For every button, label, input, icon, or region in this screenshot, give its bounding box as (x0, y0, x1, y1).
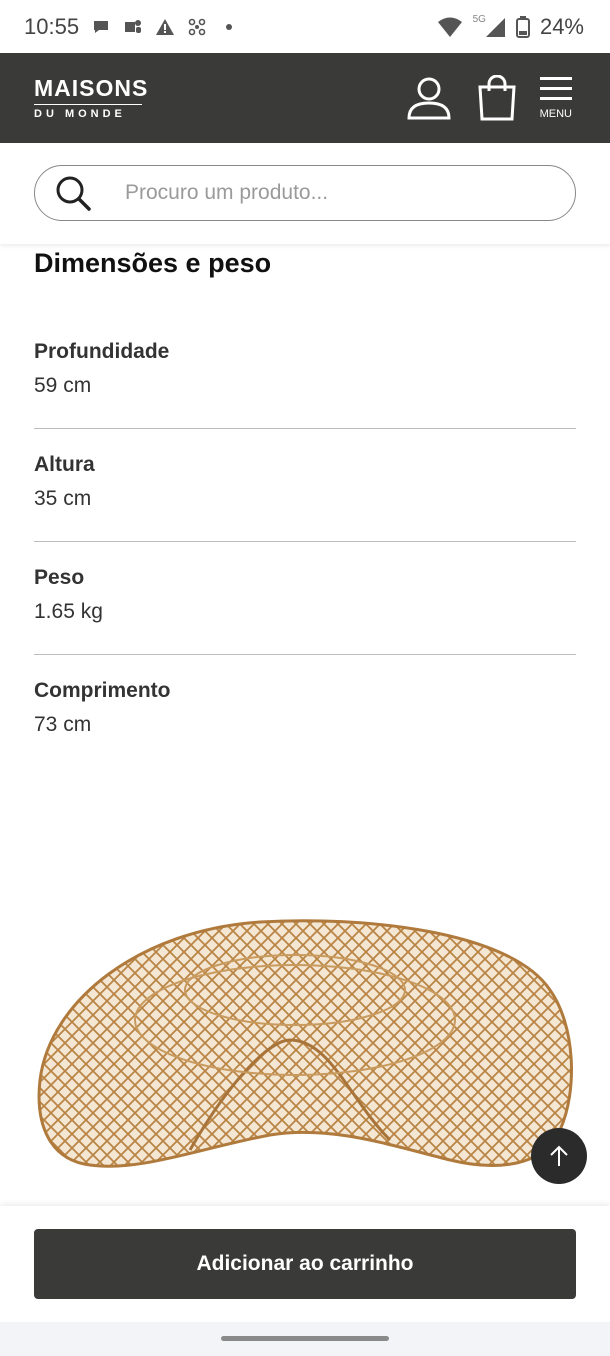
home-indicator[interactable] (221, 1336, 389, 1341)
menu-label: MENU (539, 108, 572, 120)
search-bar[interactable] (34, 165, 576, 221)
dimension-value: 59 cm (34, 374, 92, 397)
logo-divider (34, 103, 142, 105)
logo-sub-text: DU MONDE (34, 107, 126, 120)
dimension-value: 73 cm (34, 713, 92, 736)
account-button[interactable] (404, 73, 454, 123)
logo-main-text: MAISONS (34, 74, 149, 101)
search-area (0, 143, 610, 244)
battery-level: 24% (539, 13, 584, 39)
dimension-label: Peso (34, 566, 85, 589)
status-left: 10:55 (24, 14, 239, 40)
hamburger-icon (539, 77, 572, 100)
bottom-action-bar: Adicionar ao carrinho (0, 1206, 610, 1322)
add-to-cart-button[interactable]: Adicionar ao carrinho (34, 1229, 576, 1299)
shopping-bag-icon (478, 75, 516, 121)
menu-button[interactable]: MENU (540, 76, 572, 120)
signal-icon (484, 17, 506, 37)
dimension-value: 1.65 kg (34, 600, 103, 623)
dimension-row-depth: Profundidade 59 cm (34, 316, 576, 429)
dimension-label: Profundidade (34, 340, 170, 363)
dimensions-title: Dimensões e peso (34, 248, 272, 278)
arrow-up-icon (550, 1145, 568, 1166)
fan-icon (187, 17, 207, 37)
site-logo[interactable]: MAISONS DU MONDE (34, 74, 149, 120)
system-nav-bar (0, 1322, 610, 1356)
search-icon (56, 176, 91, 211)
dimensions-list: Profundidade 59 cm Altura 35 cm Peso 1.6… (34, 316, 576, 768)
wifi-icon (437, 17, 463, 37)
dimension-label: Altura (34, 453, 95, 476)
dimension-row-length: Comprimento 73 cm (34, 655, 576, 768)
dimension-row-weight: Peso 1.65 kg (34, 542, 576, 655)
dimension-label: Comprimento (34, 679, 171, 702)
battery-icon (515, 15, 530, 38)
header-actions: MENU (404, 73, 572, 123)
dot-icon (219, 17, 239, 37)
clock: 10:55 (24, 13, 80, 39)
status-bar: 10:55 5G 24% (0, 0, 610, 53)
site-header: MAISONS DU MONDE MENU (0, 53, 610, 143)
dimension-value: 35 cm (34, 487, 92, 510)
search-input[interactable] (123, 180, 527, 206)
product-image[interactable] (30, 910, 575, 1180)
scroll-to-top-button[interactable] (531, 1128, 587, 1184)
warning-icon (155, 17, 175, 37)
status-right: 5G 24% (437, 14, 584, 40)
cart-button[interactable] (472, 73, 522, 123)
chat-icon (91, 17, 111, 37)
dimension-row-height: Altura 35 cm (34, 429, 576, 542)
user-icon (407, 77, 451, 120)
teams-icon (123, 17, 143, 37)
